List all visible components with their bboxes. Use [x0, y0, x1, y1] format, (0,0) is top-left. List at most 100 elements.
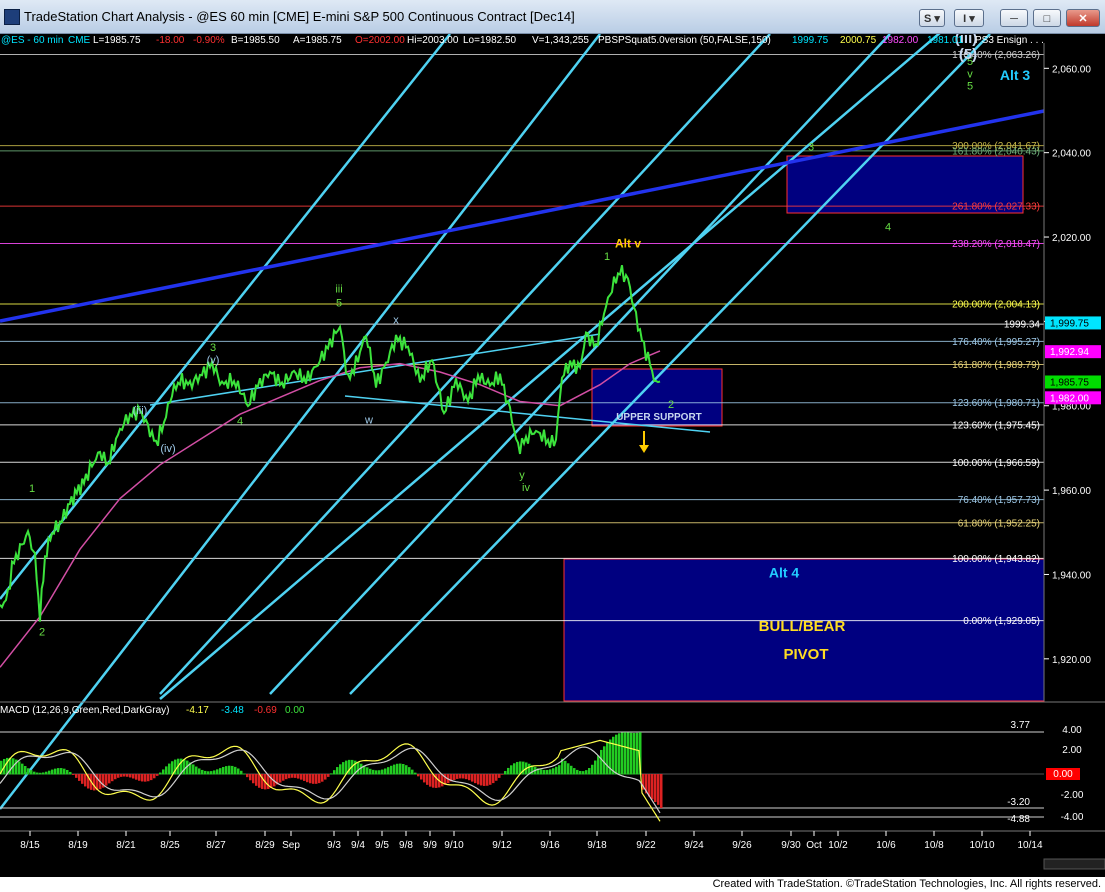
macd-histogram-bar [597, 755, 600, 775]
price-chart[interactable]: 176.40% (2,063.26)300.00% (2,041.67)161.… [0, 34, 1105, 877]
indicator-button[interactable]: I ▾ [954, 9, 984, 27]
macd-histogram-bar [183, 759, 186, 775]
fib-level-label: 123.60% (1,980.71) [952, 398, 1040, 409]
price-tick-label: 2,020.00 [1052, 233, 1091, 244]
macd-histogram-bar [39, 772, 42, 775]
date-tick-label: Oct [806, 840, 822, 851]
horizontal-scrollbar[interactable] [1043, 858, 1105, 870]
symbol-button[interactable]: S ▾ [919, 9, 945, 27]
date-tick-label: 9/16 [540, 840, 560, 851]
macd-histogram-bar [327, 774, 330, 777]
date-tick-label: 8/15 [20, 840, 40, 851]
macd-histogram-bar [480, 774, 483, 786]
macd-histogram-bar [168, 763, 171, 775]
date-tick-label: 8/29 [255, 840, 275, 851]
macd-histogram-bar [75, 774, 78, 778]
macd-histogram-bar [72, 774, 75, 775]
minimize-button[interactable]: ─ [1000, 9, 1028, 27]
date-tick-label: 9/18 [587, 840, 607, 851]
close-icon: ✕ [1078, 13, 1088, 25]
wave-label: 4 [885, 222, 891, 234]
price-tick-label: 1,940.00 [1052, 570, 1091, 581]
macd-tick: 2.00 [1062, 745, 1082, 756]
wave-label: 2 [668, 399, 674, 411]
price-tick-label: 1,920.00 [1052, 655, 1091, 666]
macd-v2: -3.48 [221, 705, 244, 716]
macd-histogram-bar [147, 774, 150, 782]
macd-histogram-bar [279, 774, 282, 783]
macd-histogram-bar [513, 763, 516, 775]
fib-level-label: 261.80% (2,027.33) [952, 202, 1040, 213]
macd-tick: -4.00 [1061, 812, 1084, 823]
fib-level-label: 1999.34 [1004, 320, 1041, 331]
header-exchange: CME [68, 35, 91, 46]
macd-histogram-bar [294, 774, 297, 778]
macd-histogram-bar [651, 774, 654, 800]
macd-v1: -4.17 [186, 705, 209, 716]
macd-histogram-bar [219, 768, 222, 775]
header-ind-name: PS3 Ensign . . . [975, 35, 1044, 46]
macd-histogram-bar [234, 766, 237, 775]
macd-histogram-bar [627, 732, 630, 775]
header-symbol: @ES - 60 min [1, 35, 63, 46]
macd-histogram-bar [516, 761, 519, 775]
macd-histogram-bar [546, 769, 549, 775]
maximize-button[interactable]: □ [1033, 9, 1061, 27]
date-tick-label: 10/14 [1017, 840, 1042, 851]
macd-histogram-bar [33, 771, 36, 775]
minimize-icon: ─ [1010, 13, 1018, 25]
macd-histogram-bar [306, 774, 309, 783]
macd-histogram-bar [141, 774, 144, 782]
header-open: O=2002.00 [355, 35, 405, 46]
wave-label: 3 [210, 342, 216, 354]
wave-label: x [393, 314, 399, 326]
macd-histogram-bar [240, 770, 243, 775]
date-tick-label: 10/2 [828, 840, 848, 851]
macd-histogram-bar [459, 774, 462, 779]
macd-histogram-bar [225, 766, 228, 775]
macd-histogram-bar [69, 771, 72, 775]
macd-histogram-bar [66, 769, 69, 775]
macd-histogram-bar [213, 770, 216, 775]
macd-histogram-bar [282, 774, 285, 781]
macd-histogram-bar [138, 774, 141, 781]
macd-histogram-bar [312, 774, 315, 784]
macd-histogram-bar [321, 774, 324, 782]
macd-histogram-bar [198, 768, 201, 775]
macd-histogram-bar [375, 770, 378, 775]
price-tag-label: 1,985.75 [1050, 377, 1089, 388]
header-ind-v3: 1982.00 [882, 35, 919, 46]
macd-histogram-bar [150, 774, 153, 781]
macd-histogram-bar [585, 770, 588, 775]
macd-histogram-bar [555, 766, 558, 775]
fib-level-label: 200.00% (2,004.13) [952, 299, 1040, 310]
macd-histogram-bar [201, 769, 204, 775]
macd-histogram-bar [60, 768, 63, 775]
macd-histogram-bar [324, 774, 327, 780]
wave-label: (iv) [160, 443, 175, 455]
header-indicator: PBSPSquat5.0version (50,FALSE,150) [598, 35, 771, 46]
macd-histogram-bar [114, 774, 117, 780]
copyright-text: Created with TradeStation. ©TradeStation… [712, 878, 1101, 890]
macd-histogram-bar [171, 761, 174, 775]
close-button[interactable]: ✕ [1066, 9, 1100, 27]
macd-histogram-bar [570, 765, 573, 775]
macd-histogram-bar [435, 774, 438, 788]
macd-histogram-bar [135, 774, 138, 780]
macd-histogram-bar [45, 771, 48, 775]
macd-histogram-bar [405, 765, 408, 775]
macd-histogram-bar [474, 774, 477, 784]
macd-histogram-bar [492, 774, 495, 784]
macd-histogram-bar [126, 774, 129, 777]
macd-histogram-bar [417, 774, 420, 777]
macd-histogram-bar [288, 774, 291, 779]
macd-histogram-bar [117, 774, 120, 778]
macd-histogram-bar [630, 732, 633, 775]
chart-area[interactable]: 176.40% (2,063.26) 300.00% (2,041.67) 161.… [0, 34, 1105, 877]
macd-histogram-bar [552, 768, 555, 775]
macd-histogram-bar [129, 774, 132, 778]
chart-annotation: Alt v [615, 237, 641, 251]
wave-label: (v) [207, 355, 220, 367]
macd-histogram-bar [594, 760, 597, 775]
date-tick-label: 9/9 [423, 840, 437, 851]
